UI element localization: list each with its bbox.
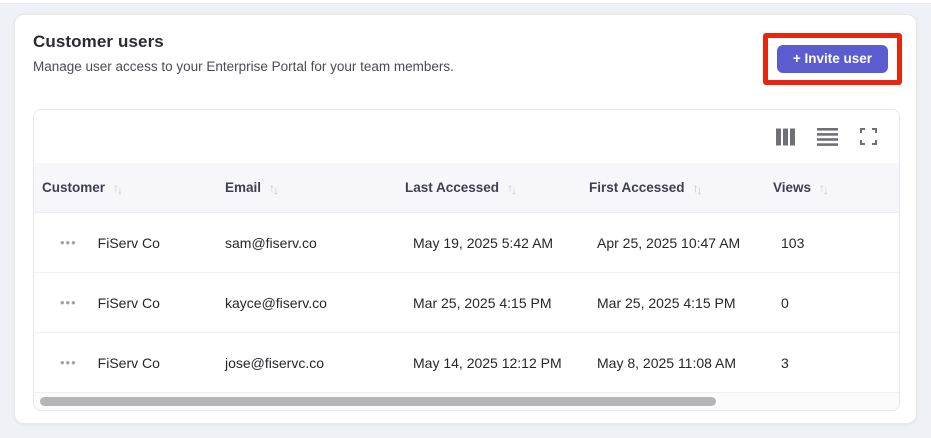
sort-icon[interactable]: ↑ ↓: [819, 181, 829, 197]
column-label: Last Accessed: [405, 180, 500, 195]
row-actions-ellipsis-icon[interactable]: •••: [60, 296, 77, 309]
email-cell: jose@fiservc.co: [225, 354, 325, 371]
horizontal-scrollbar-track[interactable]: [34, 393, 899, 410]
title-block: Customer users Manage user access to you…: [33, 32, 454, 74]
sort-icon[interactable]: ↑ ↓: [113, 181, 123, 197]
column-label: Customer: [42, 180, 106, 195]
column-header-first-accessed[interactable]: First Accessed ↑ ↓: [581, 180, 765, 197]
card-header: Customer users Manage user access to you…: [33, 32, 902, 85]
horizontal-scrollbar-thumb[interactable]: [40, 397, 716, 406]
invite-user-button[interactable]: + Invite user: [776, 45, 888, 73]
column-header-views[interactable]: Views ↑ ↓: [765, 180, 899, 197]
customer-cell: ••• FiServ Co: [34, 355, 217, 371]
column-header-last-accessed[interactable]: Last Accessed ↑ ↓: [397, 180, 581, 197]
customer-name: FiServ Co: [97, 294, 160, 311]
last-accessed-cell: May 14, 2025 12:12 PM: [413, 354, 562, 371]
row-actions-ellipsis-icon[interactable]: •••: [60, 356, 77, 369]
customer-users-card: Customer users Manage user access to you…: [14, 14, 917, 424]
first-accessed-cell: Mar 25, 2025 4:15 PM: [597, 294, 736, 311]
last-accessed-cell: May 19, 2025 5:42 AM: [413, 234, 554, 251]
views-cell: 0: [781, 294, 789, 311]
column-label: First Accessed: [589, 180, 685, 195]
customer-cell: ••• FiServ Co: [34, 295, 217, 311]
first-accessed-cell: May 8, 2025 11:08 AM: [597, 354, 737, 371]
row-actions-ellipsis-icon[interactable]: •••: [60, 236, 77, 249]
row-density-icon[interactable]: [817, 127, 838, 146]
table-row: ••• FiServ Co jose@fiservc.co May 14, 20…: [34, 333, 899, 393]
fullscreen-icon[interactable]: [860, 128, 877, 145]
views-cell: 103: [781, 234, 805, 251]
email-cell: kayce@fiserv.co: [225, 294, 327, 311]
column-header-email[interactable]: Email ↑ ↓: [217, 180, 397, 197]
columns-icon[interactable]: [776, 128, 795, 146]
customer-cell: ••• FiServ Co: [34, 235, 217, 251]
table-header-row: Customer ↑ ↓ Email ↑ ↓ Last Accessed ↑ ↓ Fi…: [34, 163, 899, 213]
views-cell: 3: [781, 354, 789, 371]
column-label: Email: [225, 180, 262, 195]
email-cell: sam@fiserv.co: [225, 234, 317, 251]
customer-name: FiServ Co: [97, 354, 160, 371]
sort-icon[interactable]: ↑ ↓: [507, 181, 517, 197]
page-title: Customer users: [33, 32, 164, 51]
sort-icon[interactable]: ↑ ↓: [269, 181, 279, 197]
table-row: ••• FiServ Co kayce@fiserv.co Mar 25, 20…: [34, 273, 899, 333]
users-table-container: Customer ↑ ↓ Email ↑ ↓ Last Accessed ↑ ↓ Fi…: [33, 109, 900, 411]
top-divider: [0, 0, 931, 4]
last-accessed-cell: Mar 25, 2025 4:15 PM: [413, 294, 552, 311]
annotation-highlight-box: + Invite user: [762, 33, 902, 85]
table-row: ••• FiServ Co sam@fiserv.co May 19, 2025…: [34, 213, 899, 273]
column-label: Views: [773, 180, 812, 195]
page-subtitle: Manage user access to your Enterprise Po…: [33, 59, 454, 74]
sort-icon[interactable]: ↑ ↓: [693, 181, 703, 197]
column-header-customer[interactable]: Customer ↑ ↓: [34, 180, 217, 197]
table-toolbar: [34, 110, 899, 163]
first-accessed-cell: Apr 25, 2025 10:47 AM: [597, 234, 741, 251]
customer-name: FiServ Co: [97, 234, 160, 251]
